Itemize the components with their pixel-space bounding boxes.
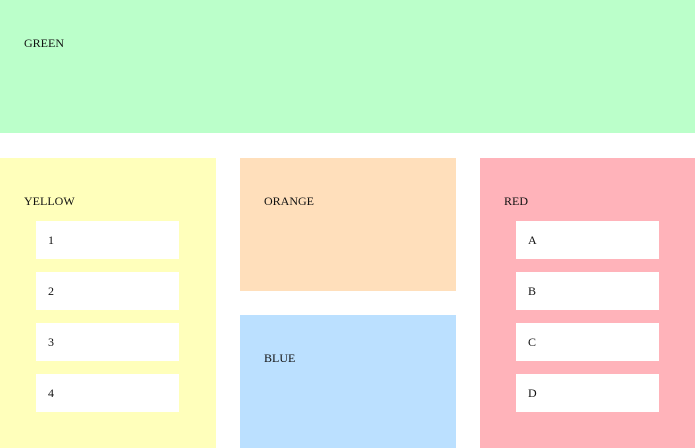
blue-panel: BLUE (240, 315, 456, 448)
red-panel-label: RED (504, 194, 528, 208)
orange-panel: ORANGE (240, 158, 456, 291)
yellow-list-item-3[interactable]: 3 (36, 323, 179, 361)
yellow-panel-label: YELLOW (24, 194, 75, 208)
blue-panel-label: BLUE (264, 351, 296, 365)
green-panel-label: GREEN (24, 36, 64, 50)
yellow-list-item-1[interactable]: 1 (36, 221, 179, 259)
yellow-panel: YELLOW 1 2 3 4 (0, 158, 216, 448)
yellow-list-item-4[interactable]: 4 (36, 374, 179, 412)
orange-panel-label: ORANGE (264, 194, 314, 208)
red-panel: RED A B C D (480, 158, 695, 448)
red-item-list: A B C D (516, 221, 659, 425)
red-list-item-d[interactable]: D (516, 374, 659, 412)
red-list-item-c[interactable]: C (516, 323, 659, 361)
red-list-item-a[interactable]: A (516, 221, 659, 259)
yellow-list-item-2[interactable]: 2 (36, 272, 179, 310)
yellow-item-list: 1 2 3 4 (36, 221, 179, 425)
green-panel: GREEN (0, 0, 695, 133)
red-list-item-b[interactable]: B (516, 272, 659, 310)
